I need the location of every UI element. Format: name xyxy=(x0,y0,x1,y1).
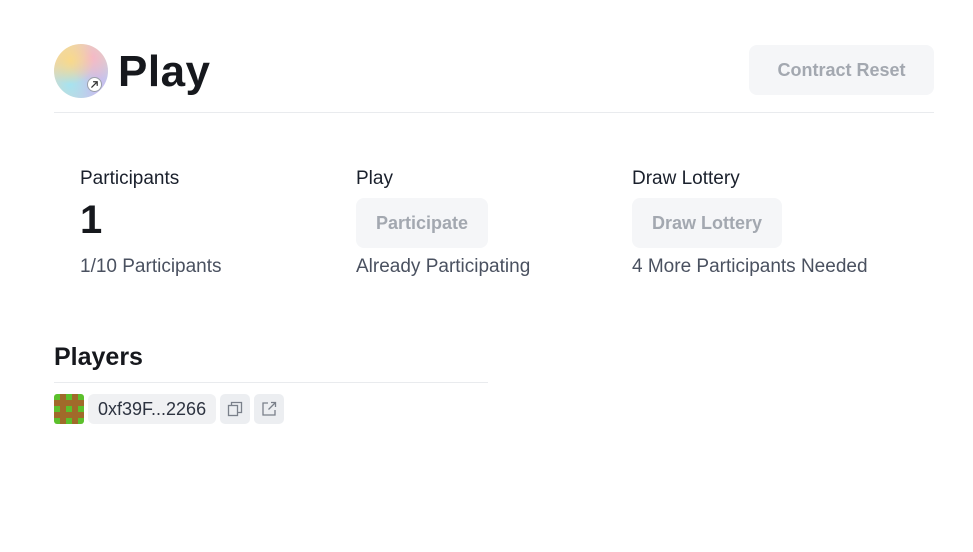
stat-subtext: 4 More Participants Needed xyxy=(632,256,868,277)
stat-draw-lottery: Draw Lottery Draw Lottery 4 More Partici… xyxy=(632,166,868,277)
stat-play: Play Participate Already Participating xyxy=(356,166,530,277)
contract-reset-button[interactable]: Contract Reset xyxy=(749,45,934,95)
draw-lottery-button[interactable]: Draw Lottery xyxy=(632,198,783,248)
page-header: Play Contract Reset xyxy=(54,42,934,113)
external-link-icon[interactable] xyxy=(254,394,285,424)
copy-icon[interactable] xyxy=(220,394,251,424)
logo-gradient-circle xyxy=(54,44,108,98)
stat-subtext: Already Participating xyxy=(356,256,531,277)
participant-count: 1 xyxy=(80,198,103,242)
players-heading: Players xyxy=(54,343,143,371)
stat-label: Play xyxy=(356,168,393,189)
list-item: 0xf39F...2266 xyxy=(54,394,285,424)
stat-label: Participants xyxy=(80,168,180,189)
stat-participants: Participants 1 1/10 Participants xyxy=(80,166,222,277)
stat-subtext: 1/10 Participants xyxy=(80,256,222,277)
player-address[interactable]: 0xf39F...2266 xyxy=(88,394,217,424)
divider xyxy=(54,382,488,383)
external-link-icon xyxy=(87,77,102,92)
avatar xyxy=(54,394,84,424)
page-title: Play xyxy=(118,47,211,96)
app-logo[interactable] xyxy=(54,44,108,98)
stat-label: Draw Lottery xyxy=(632,168,740,189)
participate-button[interactable]: Participate xyxy=(356,198,489,248)
